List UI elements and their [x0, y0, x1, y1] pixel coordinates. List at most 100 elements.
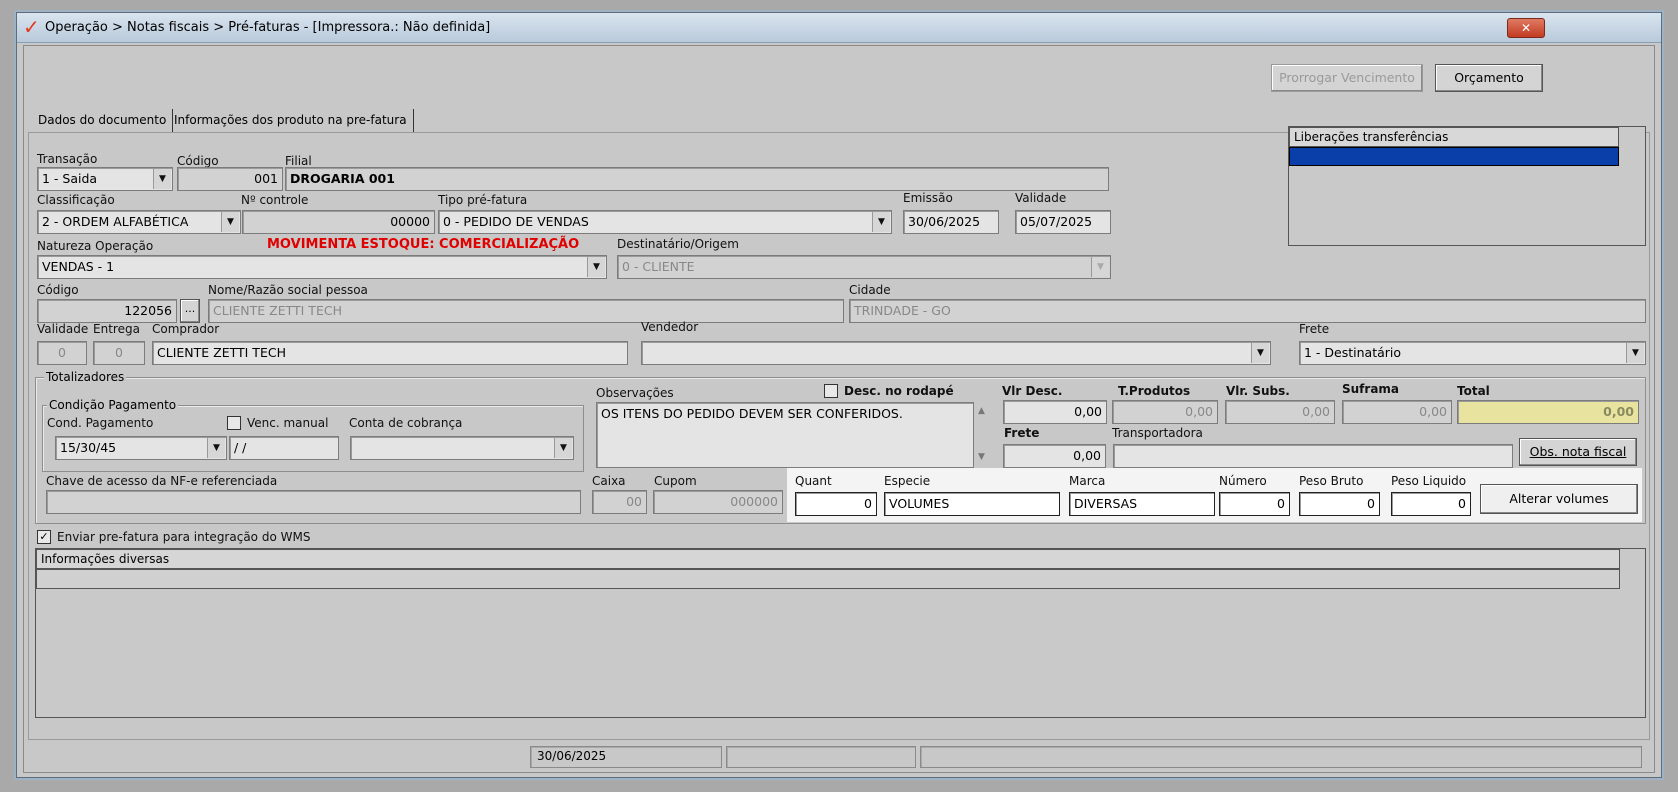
peso-liquido-field[interactable]: 0 — [1391, 492, 1471, 516]
cod-pessoa-field[interactable]: 122056 — [37, 299, 177, 323]
especie-label: Especie — [884, 474, 931, 488]
observacoes-label: Observações — [596, 386, 674, 400]
cidade-field[interactable]: TRINDADE - GO — [849, 299, 1646, 323]
frete-total-field[interactable]: 0,00 — [1003, 444, 1106, 468]
vlr-desc-label: Vlr Desc. — [1002, 384, 1063, 398]
scroll-up-icon[interactable]: ▲ — [978, 406, 985, 416]
natureza-label: Natureza Operação — [37, 239, 154, 253]
quant-label: Quant — [795, 474, 832, 488]
vlr-subs-field[interactable]: 0,00 — [1225, 400, 1335, 424]
transportadora-label: Transportadora — [1112, 426, 1203, 440]
validade2-label: Validade — [37, 322, 89, 336]
scroll-down-icon[interactable]: ▼ — [978, 452, 985, 462]
desc-rodape-checkbox[interactable] — [824, 384, 838, 398]
observacoes-textarea[interactable]: OS ITENS DO PEDIDO DEVEM SER CONFERIDOS. — [596, 402, 974, 468]
totalizadores-group: Totalizadores Condição Pagamento Cond. P… — [35, 370, 1646, 524]
title-bar: ✓ Operação > Notas fiscais > Pré-faturas… — [17, 13, 1661, 43]
vlr-desc-field[interactable]: 0,00 — [1003, 400, 1107, 424]
pessoa-lookup-button[interactable]: ... — [180, 299, 200, 323]
movimenta-estoque-label: MOVIMENTA ESTOQUE: COMERCIALIZAÇÃO — [267, 237, 580, 252]
liberacoes-selected-row[interactable] — [1289, 147, 1619, 166]
filial-field[interactable]: DROGARIA 001 — [285, 167, 1109, 191]
cond-pagamento-label: Cond. Pagamento — [47, 416, 154, 430]
validade2-field[interactable]: 0 — [37, 341, 87, 365]
condicao-pagamento-group: Condição Pagamento Cond. Pagamento 15/30… — [42, 398, 584, 472]
obs-nota-fiscal-button[interactable]: Obs. nota fiscal — [1519, 438, 1637, 466]
close-icon: ✕ — [1520, 21, 1532, 35]
t-produtos-field[interactable]: 0,00 — [1112, 400, 1218, 424]
liberacoes-header: Liberações transferências — [1289, 127, 1619, 147]
tab-informacoes-produto[interactable]: Informações dos produto na pre-fatura — [168, 109, 414, 133]
chevron-down-icon: ▼ — [587, 257, 605, 277]
filial-label: Filial — [285, 154, 312, 168]
conta-cobranca-label: Conta de cobrança — [349, 416, 463, 430]
classificacao-label: Classificação — [37, 193, 115, 207]
main-window: ✓ Operação > Notas fiscais > Pré-faturas… — [16, 12, 1662, 778]
close-button[interactable]: ✕ — [1507, 18, 1545, 38]
destinatario-label: Destinatário/Origem — [617, 237, 739, 251]
tab-dados-documento[interactable]: Dados do documento — [32, 109, 174, 133]
obs-nota-fiscal-label: Obs. nota fiscal — [1529, 444, 1627, 459]
classificacao-value: 2 - ORDEM ALFABÉTICA — [42, 214, 189, 229]
nome-label: Nome/Razão social pessoa — [208, 283, 368, 297]
liberacoes-list[interactable]: Liberações transferências — [1288, 126, 1646, 246]
transacao-select[interactable]: 1 - Saida ▼ — [37, 167, 173, 191]
wms-checkbox[interactable]: ✓ — [37, 530, 51, 544]
numero-field[interactable]: 0 — [1219, 492, 1290, 516]
entrega-field[interactable]: 0 — [93, 341, 145, 365]
informacoes-diversas-panel[interactable]: Informações diversas — [35, 548, 1646, 718]
orcamento-button[interactable]: Orçamento — [1435, 64, 1543, 92]
cond-pagamento-select[interactable]: 15/30/45 ▼ — [55, 436, 227, 460]
controle-field[interactable]: 00000 — [242, 210, 435, 234]
destinatario-select[interactable]: 0 - CLIENTE ▼ — [617, 255, 1111, 279]
prorrogar-vencimento-button[interactable]: Prorrogar Vencimento — [1271, 64, 1423, 92]
marca-field[interactable]: DIVERSAS — [1069, 492, 1215, 516]
informacoes-diversas-row[interactable] — [36, 569, 1620, 589]
condicao-pagamento-title: Condição Pagamento — [47, 398, 179, 412]
cod-pessoa-label: Código — [37, 283, 79, 297]
venc-manual-checkbox[interactable] — [227, 416, 241, 430]
nome-field[interactable]: CLIENTE ZETTI TECH — [208, 299, 844, 323]
cupom-field[interactable]: 000000 — [653, 490, 783, 514]
natureza-select[interactable]: VENDAS - 1 ▼ — [37, 255, 607, 279]
validade-label: Validade — [1015, 191, 1067, 205]
cidade-label: Cidade — [849, 283, 891, 297]
caixa-label: Caixa — [592, 474, 626, 488]
chevron-down-icon: ▼ — [153, 169, 171, 189]
venc-manual-field[interactable]: / / — [229, 436, 339, 460]
entrega-label: Entrega — [93, 322, 140, 336]
tipo-prefatura-select[interactable]: 0 - PEDIDO DE VENDAS ▼ — [438, 210, 892, 234]
validade-field[interactable]: 05/07/2025 — [1015, 210, 1111, 234]
transportadora-field[interactable] — [1113, 444, 1513, 468]
conta-cobranca-select[interactable]: ▼ — [350, 436, 574, 460]
chevron-down-icon: ▼ — [872, 212, 890, 232]
especie-field[interactable]: VOLUMES — [884, 492, 1060, 516]
t-produtos-label: T.Produtos — [1118, 384, 1191, 398]
window-title: Operação > Notas fiscais > Pré-faturas -… — [45, 20, 491, 35]
chevron-down-icon: ▼ — [221, 212, 239, 232]
comprador-field[interactable]: CLIENTE ZETTI TECH — [152, 341, 628, 365]
caixa-field[interactable]: 00 — [592, 490, 647, 514]
peso-bruto-field[interactable]: 0 — [1299, 492, 1380, 516]
codigo-label: Código — [177, 154, 219, 168]
chave-acesso-field[interactable] — [46, 490, 581, 514]
emissao-field[interactable]: 30/06/2025 — [903, 210, 999, 234]
vendedor-select[interactable]: ▼ — [641, 341, 1271, 365]
quant-field[interactable]: 0 — [795, 492, 877, 516]
suframa-field[interactable]: 0,00 — [1342, 400, 1452, 424]
suframa-label: Suframa — [1342, 382, 1400, 396]
chevron-down-icon: ▼ — [554, 438, 572, 458]
emissao-label: Emissão — [903, 191, 953, 205]
form-body: Prorrogar Vencimento Orçamento Dados do … — [23, 45, 1655, 773]
codigo-filial-field[interactable]: 001 — [177, 167, 283, 191]
totalizadores-title: Totalizadores — [44, 370, 127, 384]
classificacao-select[interactable]: 2 - ORDEM ALFABÉTICA ▼ — [37, 210, 241, 234]
chevron-down-icon: ▼ — [1626, 343, 1644, 363]
peso-bruto-label: Peso Bruto — [1299, 474, 1364, 488]
app-check-icon: ✓ — [23, 15, 40, 39]
total-field[interactable]: 0,00 — [1457, 400, 1639, 424]
frete-select[interactable]: 1 - Destinatário ▼ — [1299, 341, 1646, 365]
peso-liquido-label: Peso Liquido — [1391, 474, 1467, 488]
alterar-volumes-button[interactable]: Alterar volumes — [1480, 484, 1638, 514]
informacoes-diversas-label: Informações diversas — [41, 552, 170, 566]
